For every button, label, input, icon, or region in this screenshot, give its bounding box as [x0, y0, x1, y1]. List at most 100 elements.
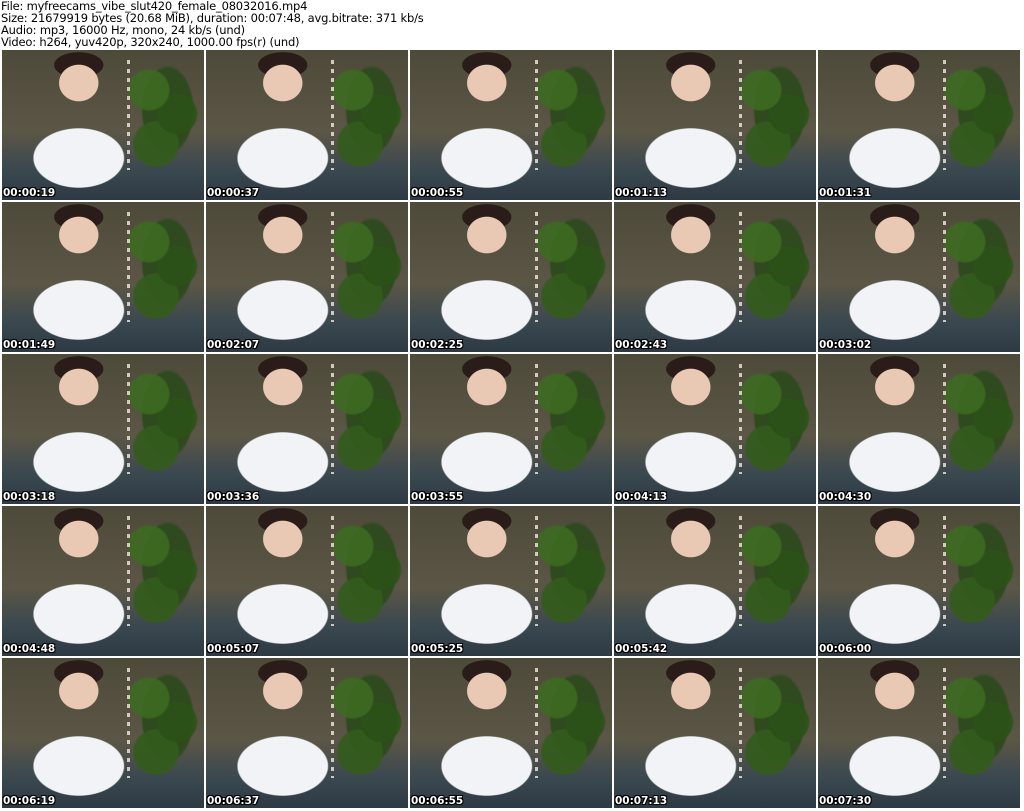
plant-image [128, 54, 198, 174]
file-info-header: File: myfreecams_vibe_slut420_female_080… [1, 0, 424, 48]
string-lights-image [943, 364, 947, 474]
video-thumbnail: 00:07:13 [614, 658, 816, 808]
string-lights-image [739, 668, 743, 778]
timestamp-label: 00:01:31 [819, 187, 872, 199]
video-info: Video: h264, yuv420p, 320x240, 1000.00 f… [1, 35, 300, 49]
plant-image [128, 206, 198, 326]
video-thumbnail: 00:02:25 [410, 202, 612, 352]
video-thumbnail: 00:06:55 [410, 658, 612, 808]
timestamp-label: 00:01:13 [615, 187, 668, 199]
timestamp-label: 00:05:25 [411, 643, 464, 655]
timestamp-label: 00:06:55 [411, 795, 464, 807]
video-thumbnail: 00:00:55 [410, 50, 612, 200]
string-lights-image [535, 668, 539, 778]
plant-image [332, 358, 402, 478]
plant-image [332, 662, 402, 782]
timestamp-label: 00:02:43 [615, 339, 668, 351]
plant-image [536, 662, 606, 782]
string-lights-image [331, 668, 335, 778]
plant-image [128, 662, 198, 782]
plant-image [740, 206, 810, 326]
string-lights-image [943, 668, 947, 778]
plant-image [536, 510, 606, 630]
string-lights-image [535, 60, 539, 170]
timestamp-label: 00:00:55 [411, 187, 464, 199]
timestamp-label: 00:04:13 [615, 491, 668, 503]
plant-image [944, 358, 1014, 478]
timestamp-label: 00:01:49 [3, 339, 56, 351]
video-thumbnail: 00:03:02 [818, 202, 1020, 352]
plant-image [128, 510, 198, 630]
video-thumbnail: 00:02:07 [206, 202, 408, 352]
plant-image [944, 662, 1014, 782]
string-lights-image [739, 364, 743, 474]
string-lights-image [331, 364, 335, 474]
string-lights-image [943, 60, 947, 170]
string-lights-image [943, 516, 947, 626]
string-lights-image [535, 364, 539, 474]
timestamp-label: 00:00:19 [3, 187, 56, 199]
plant-image [944, 54, 1014, 174]
plant-image [740, 358, 810, 478]
video-thumbnail: 00:03:55 [410, 354, 612, 504]
string-lights-image [739, 212, 743, 322]
video-thumbnail: 00:04:48 [2, 506, 204, 656]
plant-image [332, 206, 402, 326]
timestamp-label: 00:06:00 [819, 643, 872, 655]
string-lights-image [739, 60, 743, 170]
video-thumbnail: 00:00:19 [2, 50, 204, 200]
string-lights-image [331, 516, 335, 626]
string-lights-image [535, 516, 539, 626]
video-thumbnail: 00:07:30 [818, 658, 1020, 808]
string-lights-image [739, 516, 743, 626]
video-thumbnail: 00:05:42 [614, 506, 816, 656]
timestamp-label: 00:02:07 [207, 339, 260, 351]
timestamp-label: 00:04:48 [3, 643, 56, 655]
timestamp-label: 00:00:37 [207, 187, 260, 199]
timestamp-label: 00:05:42 [615, 643, 668, 655]
thumbnail-grid: 00:00:19 00:00:37 00:00:55 00:01:13 00:01:31… [2, 50, 1020, 808]
timestamp-label: 00:03:36 [207, 491, 260, 503]
string-lights-image [943, 212, 947, 322]
video-thumbnail: 00:05:07 [206, 506, 408, 656]
timestamp-label: 00:06:37 [207, 795, 260, 807]
string-lights-image [127, 516, 131, 626]
timestamp-label: 00:03:18 [3, 491, 56, 503]
plant-image [332, 510, 402, 630]
video-thumbnail: 00:06:19 [2, 658, 204, 808]
video-thumbnail: 00:06:00 [818, 506, 1020, 656]
timestamp-label: 00:05:07 [207, 643, 260, 655]
plant-image [128, 358, 198, 478]
string-lights-image [127, 668, 131, 778]
string-lights-image [127, 364, 131, 474]
plant-image [740, 510, 810, 630]
string-lights-image [331, 60, 335, 170]
timestamp-label: 00:06:19 [3, 795, 56, 807]
video-thumbnail: 00:04:13 [614, 354, 816, 504]
timestamp-label: 00:03:02 [819, 339, 872, 351]
video-thumbnail: 00:06:37 [206, 658, 408, 808]
plant-image [740, 662, 810, 782]
video-thumbnail: 00:01:31 [818, 50, 1020, 200]
string-lights-image [127, 212, 131, 322]
video-thumbnail: 00:04:30 [818, 354, 1020, 504]
plant-image [536, 206, 606, 326]
video-thumbnail: 00:00:37 [206, 50, 408, 200]
video-thumbnail: 00:05:25 [410, 506, 612, 656]
plant-image [332, 54, 402, 174]
plant-image [536, 54, 606, 174]
timestamp-label: 00:07:13 [615, 795, 668, 807]
plant-image [944, 510, 1014, 630]
string-lights-image [331, 212, 335, 322]
video-thumbnail: 00:02:43 [614, 202, 816, 352]
video-thumbnail: 00:01:13 [614, 50, 816, 200]
timestamp-label: 00:03:55 [411, 491, 464, 503]
video-thumbnail: 00:01:49 [2, 202, 204, 352]
video-thumbnail: 00:03:36 [206, 354, 408, 504]
video-thumbnail: 00:03:18 [2, 354, 204, 504]
timestamp-label: 00:07:30 [819, 795, 872, 807]
string-lights-image [127, 60, 131, 170]
plant-image [536, 358, 606, 478]
string-lights-image [535, 212, 539, 322]
plant-image [740, 54, 810, 174]
